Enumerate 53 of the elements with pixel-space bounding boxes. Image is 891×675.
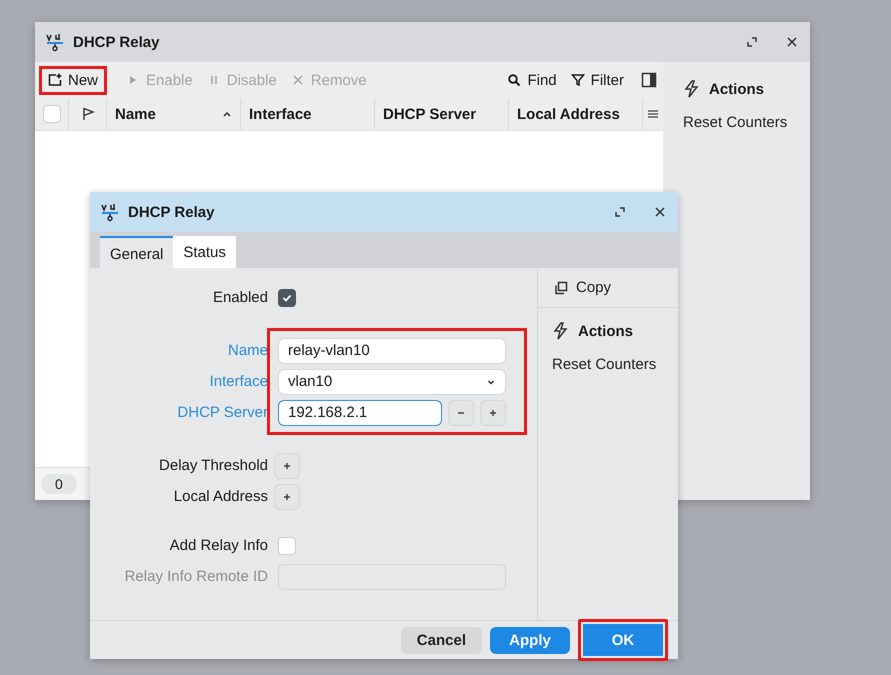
expand-icon[interactable] (614, 206, 626, 218)
funnel-icon (570, 73, 585, 87)
flag-icon (80, 107, 94, 121)
menu-icon[interactable] (647, 108, 659, 120)
field-label: Interface (208, 373, 268, 390)
secondary-button[interactable]: Cancel (400, 626, 482, 654)
new-item-icon (48, 73, 62, 87)
lightning-icon (552, 322, 570, 340)
plus-icon (488, 408, 498, 418)
sort-caret-icon (222, 109, 232, 119)
ipv4-icon (100, 202, 120, 222)
close-icon[interactable] (786, 36, 798, 48)
field-label: Add Relay Info (168, 537, 268, 554)
close-icon[interactable] (654, 206, 666, 218)
column-header[interactable]: Name (107, 98, 241, 130)
field-label: DHCP Server (176, 404, 268, 421)
field-label: Delay Threshold (158, 457, 268, 474)
ipv4-icon (45, 32, 65, 52)
field-label: Name (226, 342, 268, 359)
reset-counters-item[interactable]: Reset Counters (683, 114, 788, 131)
text-field[interactable]: relay-vlan10 (278, 338, 506, 364)
checkbox[interactable] (278, 288, 296, 306)
reset-counters-item[interactable]: Reset Counters (552, 356, 656, 373)
text-field[interactable]: 192.168.2.1 (278, 400, 442, 426)
field-label: Local Address (172, 488, 268, 505)
primary-button[interactable]: Apply (490, 626, 570, 654)
select-all-checkbox[interactable] (42, 105, 60, 123)
window-title: DHCP Relay (73, 34, 160, 50)
copy-button[interactable]: Copy (538, 268, 678, 308)
side-panel-icon[interactable] (641, 72, 657, 88)
filter-button[interactable]: Filter (566, 68, 629, 92)
search-icon (507, 73, 522, 87)
lightning-icon (683, 80, 701, 98)
plus-icon (282, 492, 292, 502)
column-header[interactable]: Local Address (509, 98, 643, 130)
dialog-title: DHCP Relay (128, 204, 214, 220)
plus-icon (282, 460, 292, 470)
dropdown-field[interactable]: vlan10 (278, 368, 506, 394)
copy-icon (554, 280, 568, 294)
primary-button[interactable]: OK (578, 619, 668, 661)
column-header[interactable]: Interface (241, 98, 375, 130)
column-header[interactable]: DHCP Server (375, 98, 509, 130)
field-label: Enabled (212, 289, 268, 306)
actions-heading: Actions (709, 80, 764, 98)
actions-heading: Actions (578, 322, 634, 340)
tab[interactable]: Status (173, 236, 236, 268)
expand-icon[interactable] (746, 36, 758, 48)
field-label: Relay Info Remote ID (124, 568, 268, 585)
tab[interactable]: General (100, 236, 174, 268)
new-button[interactable]: New (39, 66, 108, 94)
row-count: 0 (41, 474, 77, 494)
x-icon (290, 73, 305, 87)
find-button[interactable]: Find (502, 68, 562, 92)
